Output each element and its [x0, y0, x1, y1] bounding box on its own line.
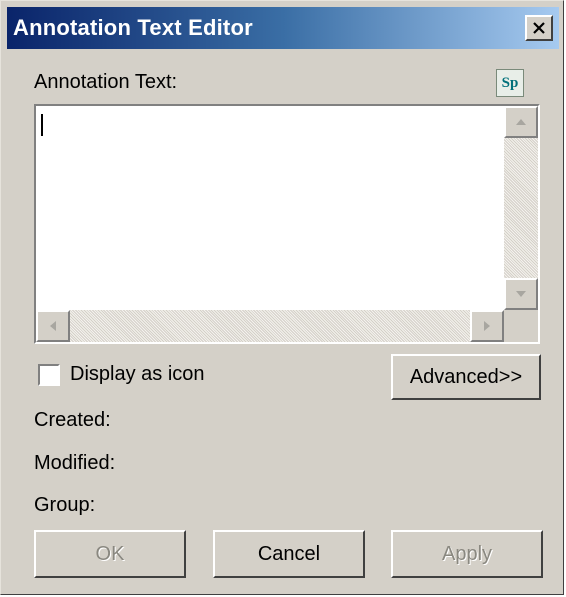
vertical-scrollbar[interactable]: [504, 106, 538, 310]
modified-label: Modified:: [34, 452, 116, 474]
annotation-text-editor-dialog: Annotation Text Editor Annotation Text: …: [0, 0, 564, 595]
scrollbar-corner: [504, 310, 538, 342]
scroll-right-button[interactable]: [470, 310, 504, 342]
display-as-icon-checkbox[interactable]: [38, 364, 60, 386]
display-as-icon-label[interactable]: Display as icon: [70, 363, 205, 386]
arrow-right-icon: [484, 321, 490, 331]
scroll-down-button[interactable]: [504, 278, 538, 310]
annotation-text-label-text: Annotation Text:: [34, 71, 178, 93]
title-bar[interactable]: Annotation Text Editor: [7, 7, 559, 49]
apply-button[interactable]: Apply: [391, 530, 543, 578]
close-icon: [533, 22, 545, 34]
ok-button[interactable]: OK: [34, 530, 186, 578]
scroll-left-button[interactable]: [36, 310, 70, 342]
created-label: Created:: [34, 409, 111, 431]
annotation-text-label: Annotation Text:: [34, 71, 177, 94]
spell-check-button[interactable]: Sp: [496, 69, 524, 97]
annotation-text-area[interactable]: [34, 104, 540, 344]
close-button[interactable]: [525, 15, 553, 41]
arrow-left-icon: [50, 321, 56, 331]
advanced-button[interactable]: Advanced>>: [391, 354, 541, 400]
arrow-down-icon: [516, 291, 526, 297]
spell-check-icon: Sp: [501, 74, 519, 91]
scroll-up-button[interactable]: [504, 106, 538, 138]
window-title: Annotation Text Editor: [13, 15, 253, 40]
text-caret: [41, 114, 43, 136]
horizontal-scrollbar[interactable]: [36, 310, 504, 342]
arrow-up-icon: [516, 119, 526, 125]
group-label: Group:: [34, 494, 96, 516]
cancel-button[interactable]: Cancel: [213, 530, 365, 578]
